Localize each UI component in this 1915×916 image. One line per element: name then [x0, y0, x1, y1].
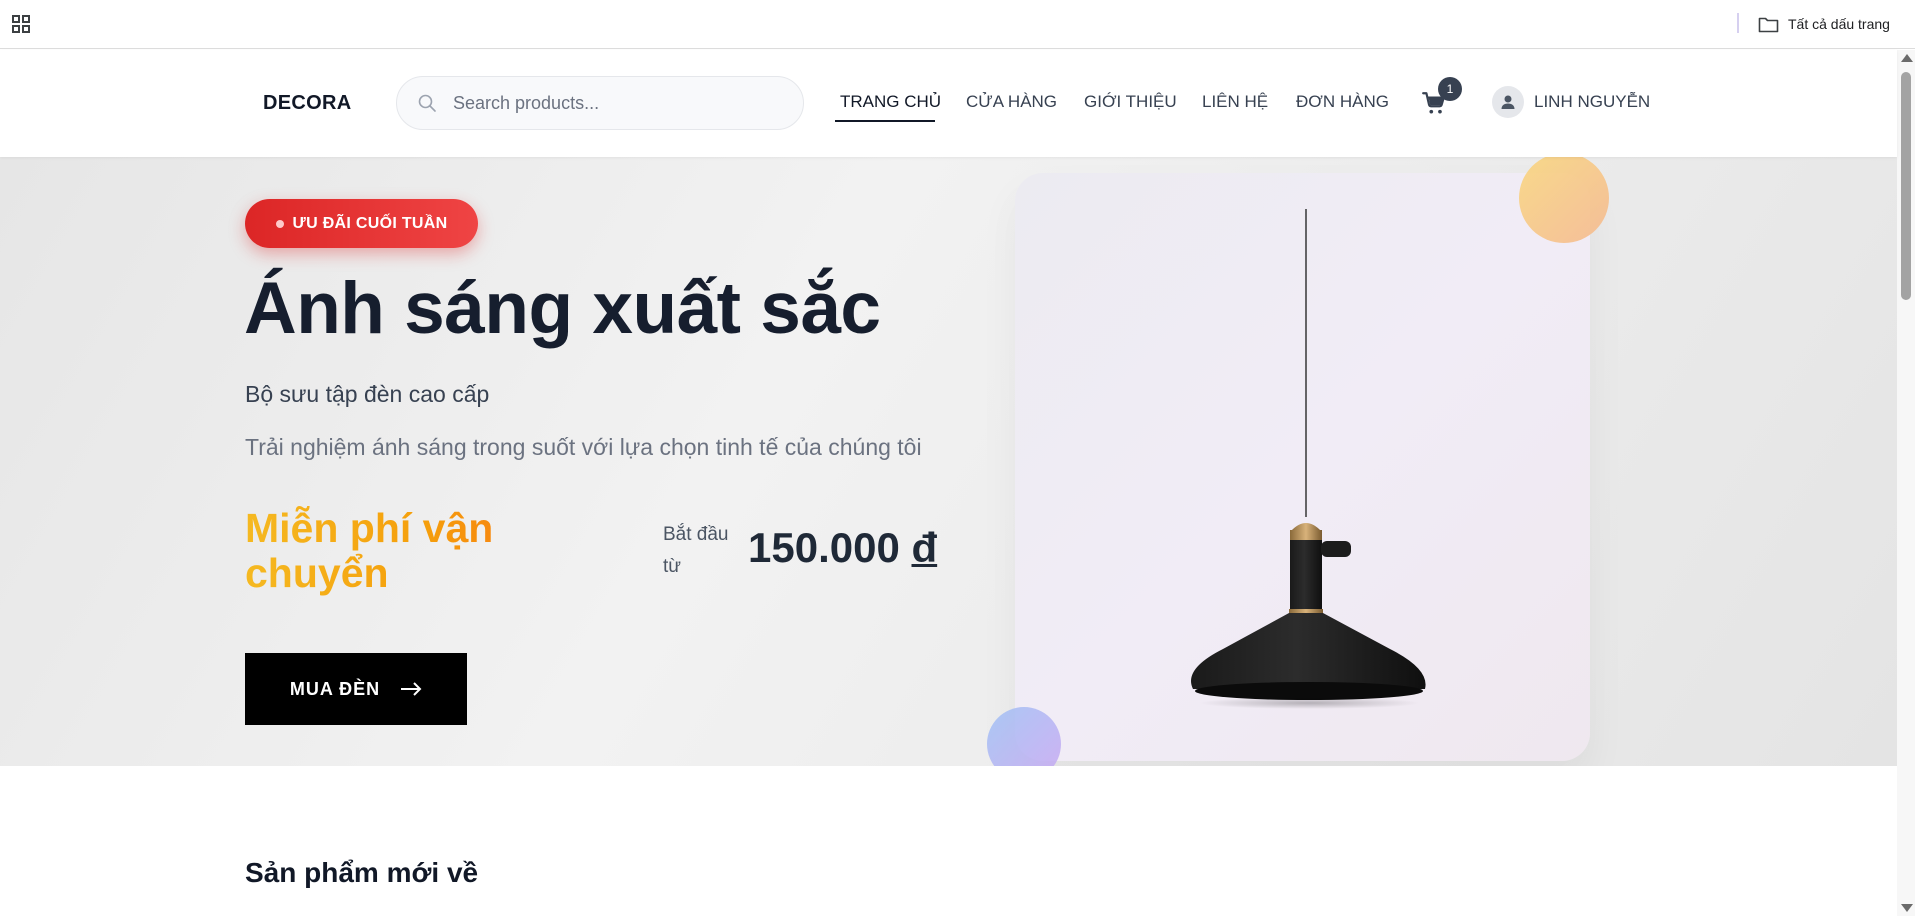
nav-contact[interactable]: LIÊN HỆ	[1202, 92, 1268, 112]
scroll-down-arrow-icon[interactable]	[1901, 904, 1913, 912]
price-value: 150.000	[748, 524, 900, 571]
shop-lamps-button[interactable]: MUA ĐÈN	[245, 653, 467, 725]
all-bookmarks-button[interactable]: Tất cả dấu trang	[1758, 12, 1890, 36]
bookmarks-divider	[1737, 13, 1739, 33]
hero-subtitle: Bộ sưu tập đèn cao cấp	[245, 381, 490, 407]
user-menu[interactable]: LINH NGUYỄN	[1492, 86, 1650, 118]
hero-title: Ánh sáng xuất sắc	[244, 268, 881, 349]
user-name: LINH NGUYỄN	[1534, 92, 1651, 111]
nav-shop[interactable]: CỬA HÀNG	[966, 92, 1057, 112]
scroll-up-arrow-icon[interactable]	[1901, 54, 1913, 62]
page-scrollbar[interactable]	[1897, 50, 1915, 916]
nav-orders[interactable]: ĐƠN HÀNG	[1296, 92, 1389, 112]
starting-price: 150.000 đ	[748, 524, 937, 572]
user-icon	[1501, 95, 1515, 109]
apps-grid-icon[interactable]	[12, 15, 30, 33]
hero-description: Trải nghiệm ánh sáng trong suốt với lựa …	[245, 434, 922, 460]
weekend-offer-badge: ƯU ĐÃI CUỐI TUẦN	[245, 199, 478, 248]
folder-icon	[1758, 17, 1779, 32]
decorative-circle-top	[1519, 157, 1609, 243]
badge-label: ƯU ĐÃI CUỐI TUẦN	[292, 214, 448, 232]
free-shipping-text: Miễn phí vận chuyển	[245, 506, 575, 596]
arrow-right-icon	[401, 682, 422, 696]
nav-about[interactable]: GIỚI THIỆU	[1084, 92, 1177, 112]
all-bookmarks-label: Tất cả dấu trang	[1788, 16, 1890, 32]
cart-count-badge: 1	[1438, 77, 1462, 101]
badge-dot	[275, 219, 284, 228]
scrollbar-thumb[interactable]	[1901, 72, 1911, 300]
pendant-lamp-image	[1191, 209, 1426, 709]
price-currency: đ	[911, 524, 938, 571]
new-arrivals-title: Sản phẩm mới về	[245, 857, 479, 888]
bookmarks-bar: Tất cả dấu trang	[0, 0, 1915, 49]
nav-active-indicator	[835, 120, 935, 122]
cta-label: MUA ĐÈN	[289, 678, 381, 699]
price-from-label: Bắt đầu từ	[663, 524, 729, 577]
nav-home[interactable]: TRANG CHỦ	[840, 92, 941, 112]
site-header: DECORA TRANG CHỦ CỬA HÀNG GIỚI THIỆU LIÊ…	[0, 50, 1897, 157]
avatar	[1492, 86, 1524, 118]
hero-banner: ƯU ĐÃI CUỐI TUẦN Ánh sáng xuất sắc Bộ sư…	[0, 157, 1897, 766]
